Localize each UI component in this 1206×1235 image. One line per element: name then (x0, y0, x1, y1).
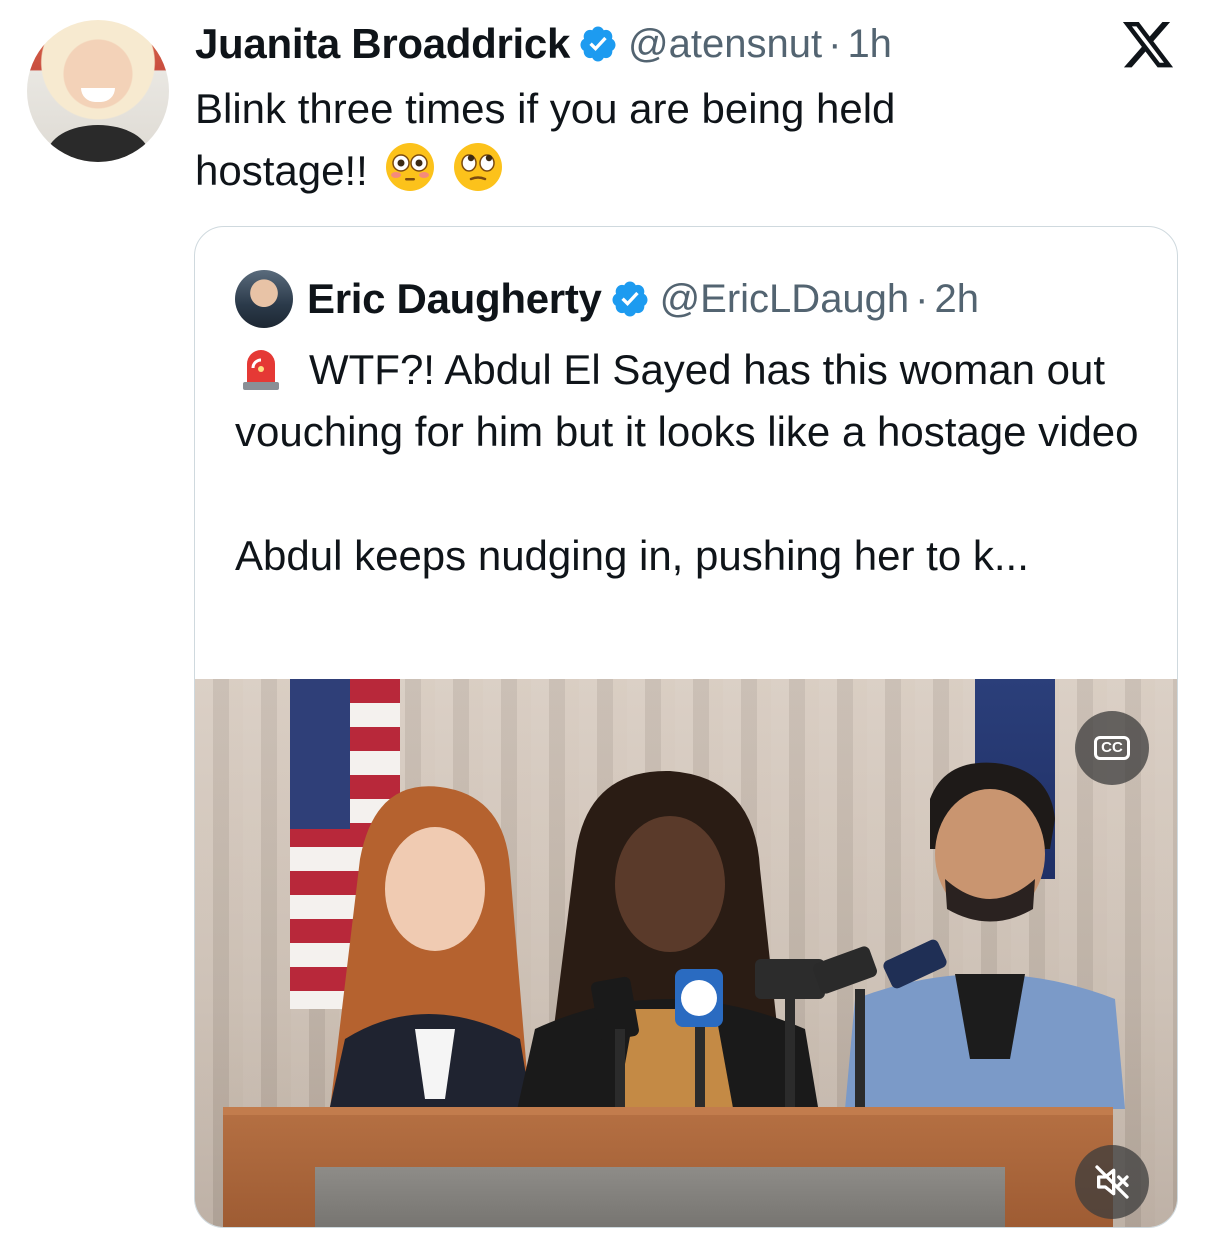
quoted-tweet-timestamp[interactable]: 2h (935, 277, 980, 322)
author-display-name[interactable]: Juanita Broaddrick (195, 20, 570, 68)
face-with-rolling-eyes-emoji-icon (453, 143, 502, 191)
quoted-paragraph-1-text: WTF?! Abdul El Sayed has this woman out … (235, 346, 1139, 455)
meta-separator: · (828, 21, 842, 66)
author-handle[interactable]: @atensnut (628, 22, 822, 67)
quoted-paragraph-1: WTF?! Abdul El Sayed has this woman out … (235, 339, 1155, 463)
tweet-text-line-2: hostage!! (195, 140, 1145, 202)
closed-captions-label: CC (1094, 736, 1130, 760)
quoted-verified-badge-icon (612, 281, 648, 317)
muted-speaker-icon (1095, 1165, 1129, 1199)
verified-badge-icon (580, 26, 616, 62)
quoted-author-handle[interactable]: @EricLDaugh (660, 277, 910, 322)
police-car-light-emoji-icon (243, 350, 279, 390)
quoted-author-display-name[interactable]: Eric Daugherty (307, 275, 602, 323)
tweet-text-line-2-text: hostage!! (195, 147, 368, 194)
tweet-header: Juanita Broaddrick @atensnut · 1h (195, 16, 892, 72)
tweet-text-line-1: Blink three times if you are being held (195, 85, 896, 132)
quoted-paragraph-2: Abdul keeps nudging in, pushing her to k… (235, 532, 1029, 579)
quoted-tweet-header: Eric Daugherty @EricLDaugh · 2h (235, 270, 980, 328)
tweet-text: Blink three times if you are being held … (195, 78, 1145, 202)
video-player[interactable]: CC (195, 679, 1177, 1227)
flushed-face-emoji-icon (385, 143, 434, 191)
quoted-author-avatar[interactable] (235, 270, 293, 328)
quoted-tweet-card[interactable]: Eric Daugherty @EricLDaugh · 2h WTF?! Ab… (194, 226, 1178, 1228)
podium (223, 1107, 1113, 1227)
avatar-body (47, 125, 149, 162)
quoted-meta-separator: · (915, 276, 929, 321)
author-avatar[interactable] (27, 20, 169, 162)
podium-plate (315, 1167, 1005, 1227)
avatar-smile (81, 88, 115, 102)
mute-button[interactable] (1075, 1145, 1149, 1219)
x-logo-icon (1122, 22, 1174, 68)
quoted-tweet-text: WTF?! Abdul El Sayed has this woman out … (235, 339, 1155, 587)
closed-captions-button[interactable]: CC (1075, 711, 1149, 785)
tweet-timestamp[interactable]: 1h (847, 22, 892, 67)
